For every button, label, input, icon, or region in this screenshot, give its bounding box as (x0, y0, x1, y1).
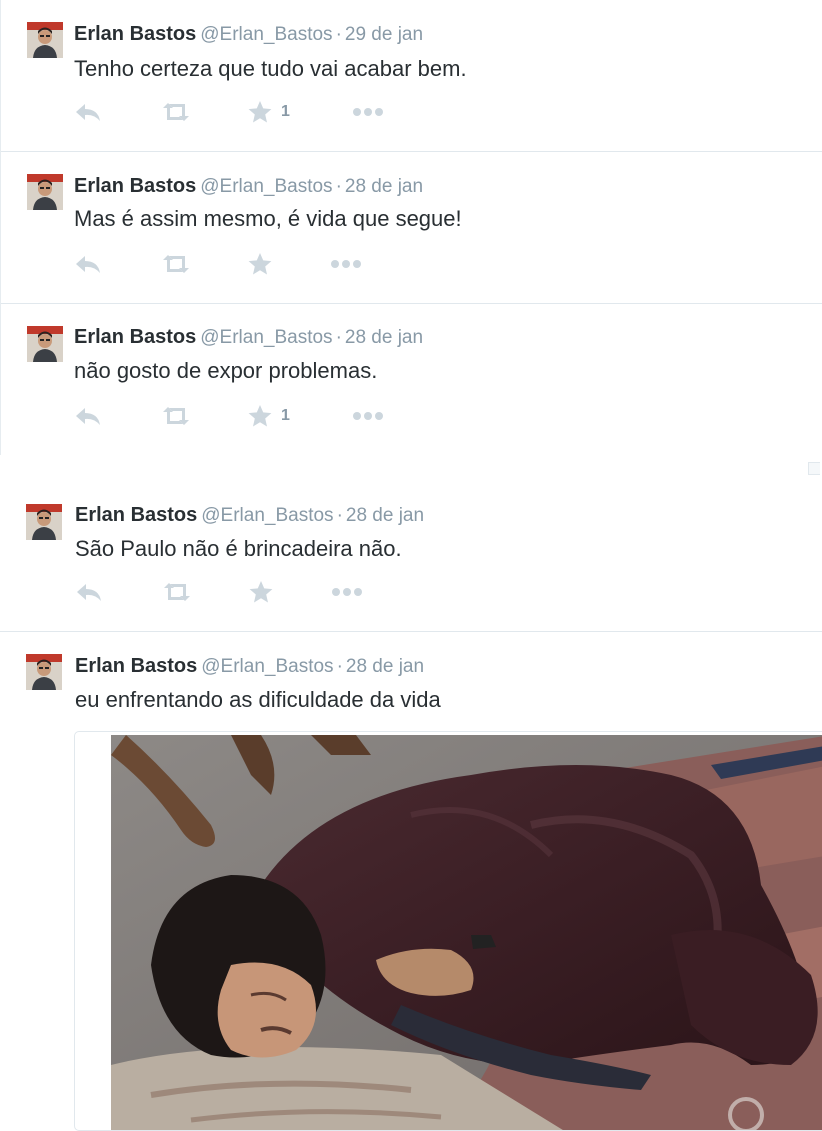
retweet-button[interactable] (160, 100, 192, 124)
tweet[interactable]: Erlan Bastos @Erlan_Bastos · 28 de jan São … (0, 482, 822, 632)
tweet-header: Erlan Bastos @Erlan_Bastos · 28 de jan (74, 325, 423, 349)
more-dots-icon (353, 108, 383, 116)
separator: · (335, 24, 342, 45)
separator: · (336, 656, 343, 677)
favorite-button[interactable] (247, 252, 273, 276)
favorite-count: 1 (281, 103, 290, 120)
timeline-panel-top: Erlan Bastos @Erlan_Bastos · 29 de jan Tenh… (0, 0, 822, 455)
more-dots-icon (332, 588, 362, 596)
tweet-text: não gosto de expor problemas. (74, 358, 378, 383)
tweet-text: eu enfrentando as dificuldade da vida (75, 687, 441, 712)
reply-button[interactable] (75, 580, 103, 604)
more-dots-icon (331, 260, 361, 268)
retweet-icon (163, 103, 189, 121)
reply-button[interactable] (74, 252, 102, 276)
author-name[interactable]: Erlan Bastos (74, 23, 196, 45)
star-icon (249, 581, 273, 603)
tweet-photo[interactable] (111, 735, 822, 1130)
reply-icon (77, 584, 101, 601)
more-button[interactable] (330, 252, 362, 276)
tweet-date[interactable]: 28 de jan (346, 656, 424, 677)
author-name[interactable]: Erlan Bastos (74, 175, 196, 197)
tweet-date[interactable]: 28 de jan (345, 327, 423, 348)
retweet-icon (163, 255, 189, 273)
separator: · (335, 327, 342, 348)
tweet-media-card[interactable] (74, 731, 822, 1131)
more-button[interactable] (331, 580, 363, 604)
more-dots-icon (353, 412, 383, 420)
retweet-button[interactable] (160, 404, 192, 428)
screenshot-seam (0, 455, 822, 482)
tweet-date[interactable]: 28 de jan (345, 176, 423, 197)
author-handle[interactable]: @Erlan_Bastos (201, 505, 333, 526)
avatar[interactable] (27, 326, 63, 362)
separator: · (336, 505, 343, 526)
reply-button[interactable] (74, 404, 102, 428)
avatar[interactable] (27, 174, 63, 210)
tweet[interactable]: Erlan Bastos @Erlan_Bastos · 29 de jan Tenh… (1, 0, 822, 152)
favorite-button[interactable]: 1 (247, 100, 290, 124)
scrollbar-fragment[interactable] (808, 462, 820, 475)
favorite-button[interactable] (248, 580, 274, 604)
reply-icon (76, 104, 100, 121)
author-name[interactable]: Erlan Bastos (75, 504, 197, 526)
tweet-header: Erlan Bastos @Erlan_Bastos · 28 de jan (75, 503, 424, 527)
favorite-count: 1 (281, 407, 290, 424)
retweet-button[interactable] (160, 252, 192, 276)
tweet-header: Erlan Bastos @Erlan_Bastos · 29 de jan (74, 22, 423, 46)
author-handle[interactable]: @Erlan_Bastos (201, 656, 333, 677)
more-button[interactable] (352, 404, 384, 428)
author-handle[interactable]: @Erlan_Bastos (200, 24, 332, 45)
tweet-text: Mas é assim mesmo, é vida que segue! (74, 206, 462, 231)
star-icon (248, 101, 272, 123)
favorite-button[interactable]: 1 (247, 404, 290, 428)
avatar[interactable] (26, 654, 62, 690)
author-name[interactable]: Erlan Bastos (74, 326, 196, 348)
author-handle[interactable]: @Erlan_Bastos (200, 176, 332, 197)
retweet-button[interactable] (161, 580, 193, 604)
reply-icon (76, 256, 100, 273)
more-button[interactable] (352, 100, 384, 124)
avatar[interactable] (27, 22, 63, 58)
tweet[interactable]: Erlan Bastos @Erlan_Bastos · 28 de jan não … (1, 304, 822, 455)
tweet-date[interactable]: 28 de jan (346, 505, 424, 526)
tweet[interactable]: Erlan Bastos @Erlan_Bastos · 28 de jan Mas … (1, 152, 822, 304)
tweet-header: Erlan Bastos @Erlan_Bastos · 28 de jan (74, 174, 423, 198)
retweet-icon (164, 583, 190, 601)
tweet-date[interactable]: 29 de jan (345, 24, 423, 45)
tweet-text: Tenho certeza que tudo vai acabar bem. (74, 56, 467, 81)
separator: · (335, 176, 342, 197)
avatar[interactable] (26, 504, 62, 540)
tweet-header: Erlan Bastos @Erlan_Bastos · 28 de jan (75, 654, 424, 678)
reply-icon (76, 408, 100, 425)
author-handle[interactable]: @Erlan_Bastos (200, 327, 332, 348)
author-name[interactable]: Erlan Bastos (75, 655, 197, 677)
star-icon (248, 253, 272, 275)
retweet-icon (163, 407, 189, 425)
reply-button[interactable] (74, 100, 102, 124)
tweet-text: São Paulo não é brincadeira não. (75, 536, 402, 561)
star-icon (248, 405, 272, 427)
